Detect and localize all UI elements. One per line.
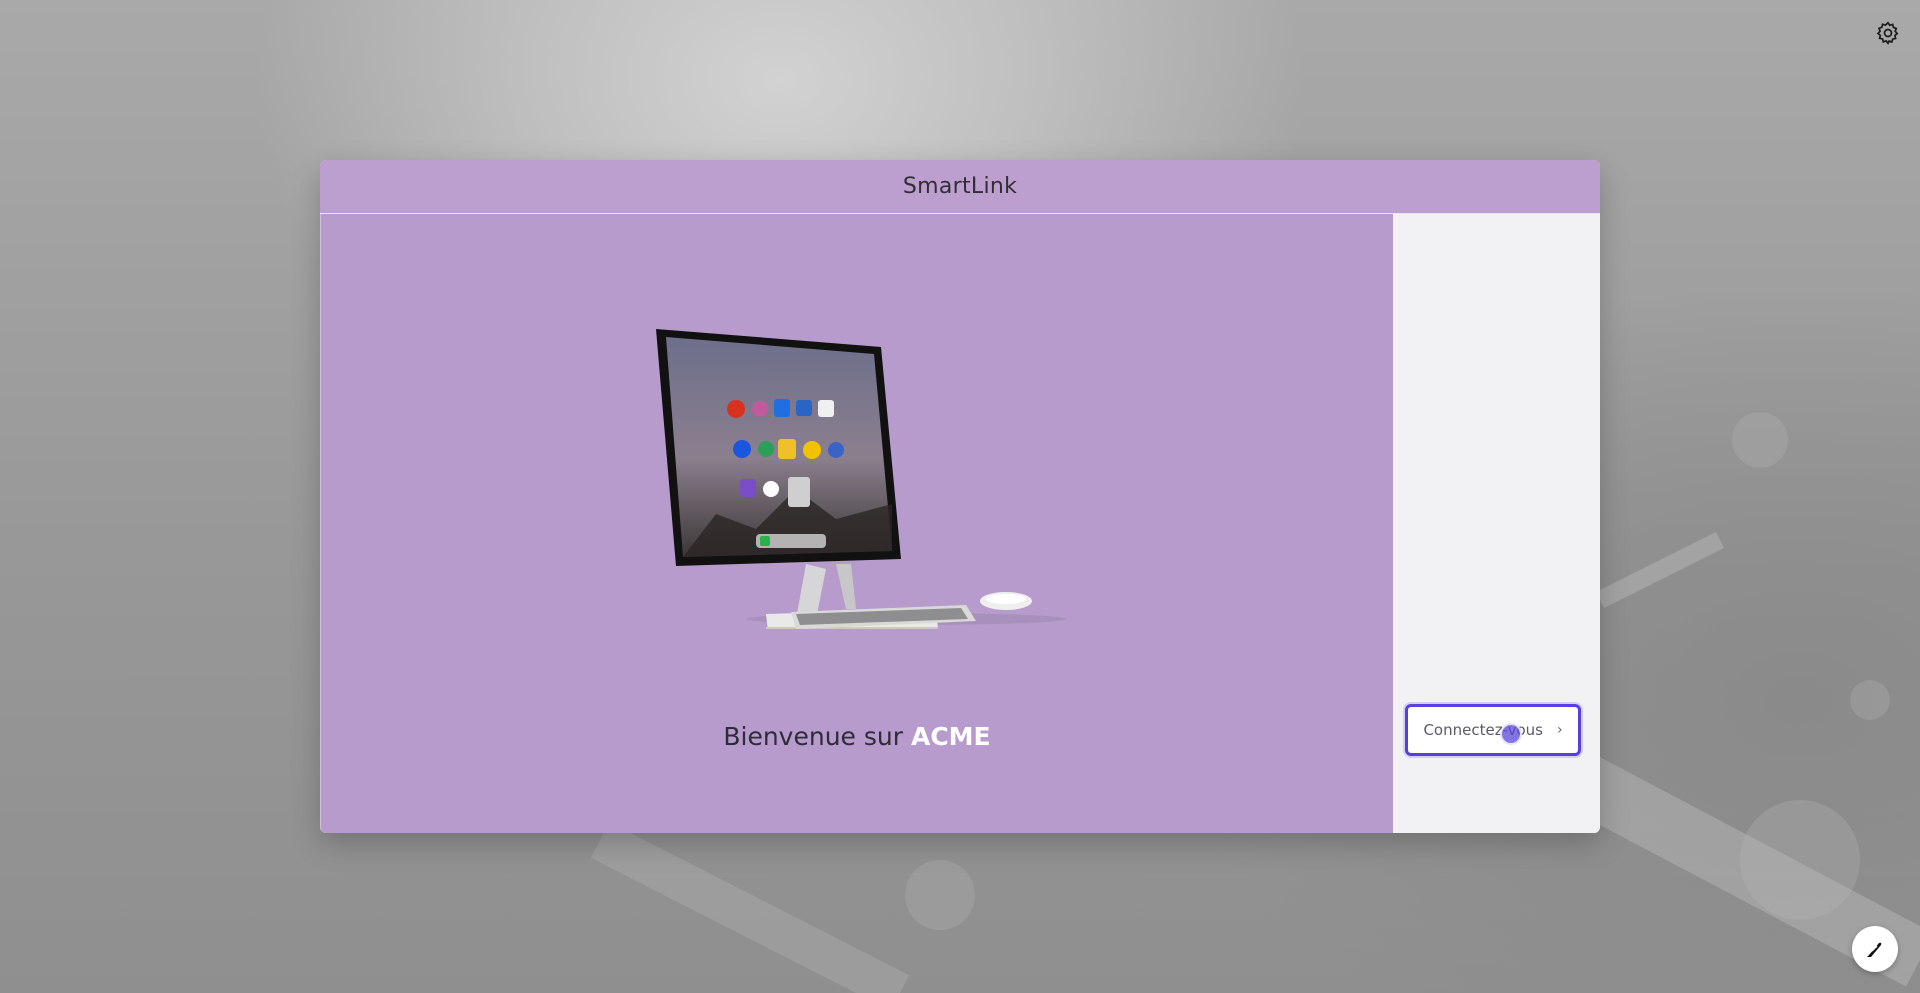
welcome-panel: Bienvenue sur ACME <box>320 214 1393 833</box>
brand-name: ACME <box>910 722 991 751</box>
welcome-prefix: Bienvenue sur <box>723 722 904 751</box>
chevron-right-icon: › <box>1556 722 1563 738</box>
mouse-cursor-indicator <box>1500 723 1522 745</box>
card-header: SmartLink <box>320 160 1600 214</box>
gear-icon <box>1876 21 1899 45</box>
floating-action-button[interactable] <box>1852 926 1898 972</box>
desktop-computer-illustration <box>656 329 1066 629</box>
card-title: SmartLink <box>902 174 1018 199</box>
smartlink-card: SmartLink Bienvenue sur ACME Connectez-v… <box>320 160 1600 833</box>
login-panel: Connectez-vous › <box>1393 214 1600 833</box>
pen-icon <box>1867 942 1882 957</box>
welcome-text: Bienvenue sur ACME <box>321 722 1393 751</box>
settings-button[interactable] <box>1873 18 1903 48</box>
connect-button-label: Connectez-vous <box>1423 721 1543 739</box>
card-body: Bienvenue sur ACME Connectez-vous › <box>320 214 1600 833</box>
connect-button[interactable]: Connectez-vous › <box>1405 704 1581 756</box>
